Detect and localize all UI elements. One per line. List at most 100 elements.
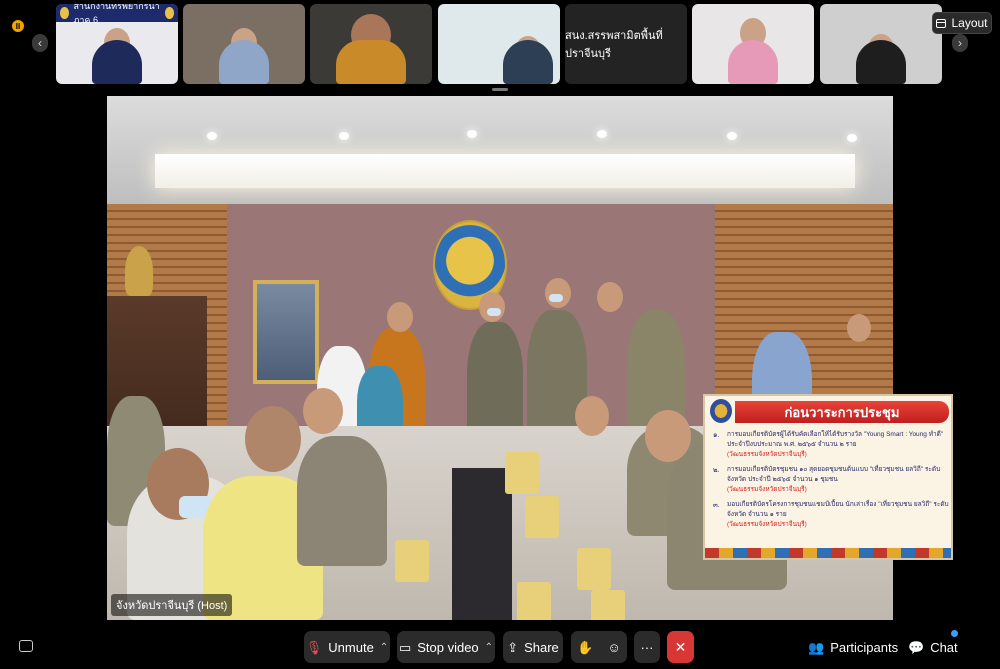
strip-prev-button[interactable]: ‹ xyxy=(32,34,48,52)
raise-hand-icon[interactable]: ✋ xyxy=(577,641,593,654)
meeting-toolbar: 🎙 Unmute ⌃ ▭ Stop video ⌃ ⇪ Share ✋ ☺ ··… xyxy=(0,624,1000,669)
participant-name: สนง.สรรพสามิตพื้นที่ปราจีนบุรี xyxy=(565,30,663,60)
participants-button[interactable]: 👥 Participants xyxy=(808,631,898,663)
chevron-up-icon[interactable]: ⌃ xyxy=(485,642,493,653)
scene-gift-bag xyxy=(517,582,551,620)
unmute-button[interactable]: 🎙 Unmute ⌃ xyxy=(304,631,390,663)
strip-resize-handle[interactable] xyxy=(492,88,508,91)
scene-ceiling xyxy=(107,96,893,208)
participant-tile-1[interactable]: สำนักงานทรัพยากรน้ำภาค 6 xyxy=(56,4,178,84)
scene-light xyxy=(847,134,857,142)
participant-strip: II ‹ สำนักงานทรัพยากรน้ำภาค 6 สนง.สรรพสา… xyxy=(0,0,1000,92)
scene-mask xyxy=(549,294,563,302)
slide-item: ๓. มอบเกียรติบัตรโครงการชุมชนแชมป์เปี้ยน… xyxy=(713,500,949,530)
layout-grid-icon xyxy=(936,18,947,28)
chevron-up-icon[interactable]: ⌃ xyxy=(380,642,388,653)
scene-gift-bag xyxy=(395,540,429,582)
stop-video-button[interactable]: ▭ Stop video ⌃ xyxy=(397,631,495,663)
layout-button[interactable]: Layout xyxy=(932,12,992,34)
slide-item-text: การมอบเกียรติบัตรชุมชน ๑๐ สุดยอดชุมชนต้น… xyxy=(727,466,941,483)
org-banner-text: สำนักงานทรัพยากรน้ำภาค 6 xyxy=(73,4,160,25)
pause-icon[interactable]: II xyxy=(12,20,24,32)
leave-meeting-button[interactable]: ✕ xyxy=(667,631,694,663)
scene-person-head xyxy=(545,278,571,308)
slide-footer-pattern xyxy=(705,548,951,558)
slide-item: ๒. การมอบเกียรติบัตรชุมชน ๑๐ สุดยอดชุมชน… xyxy=(713,465,949,495)
scene-light xyxy=(207,132,217,140)
participant-body xyxy=(728,40,778,84)
share-arrow-icon: ⇪ xyxy=(507,639,519,655)
reactions-group: ✋ ☺ xyxy=(571,631,627,663)
slide-item: ๑. การมอบเกียรติบัตรผู้ได้รับคัดเลือกให้… xyxy=(713,430,949,460)
participant-tile-4[interactable] xyxy=(438,4,560,84)
scene-gift-bag xyxy=(505,452,539,494)
host-name-label: จังหวัดปราจีนบุรี (Host) xyxy=(111,594,233,616)
unmute-label: Unmute xyxy=(328,639,374,655)
participant-body xyxy=(503,40,553,84)
scene-light xyxy=(727,132,737,140)
slide-item-number: ๒. xyxy=(713,467,720,474)
scene-person-head xyxy=(303,388,343,434)
scene-person-head xyxy=(387,302,413,332)
participant-tile-6[interactable] xyxy=(692,4,814,84)
scene-light-panel xyxy=(155,154,855,188)
slide-item-source: (วัฒนธรรมจังหวัดปราจีนบุรี) xyxy=(727,451,807,458)
slide-item-text: การมอบเกียรติบัตรผู้ได้รับคัดเลือกให้ได้… xyxy=(727,431,944,448)
more-options-button[interactable]: ··· xyxy=(634,631,660,663)
share-label: Share xyxy=(524,639,559,655)
scene-table-gap xyxy=(452,468,512,620)
scene-person-head xyxy=(597,282,623,312)
emoji-reaction-icon[interactable]: ☺ xyxy=(607,641,620,654)
chat-bubble-icon: 💬 xyxy=(908,639,925,655)
share-button[interactable]: ⇪ Share xyxy=(503,631,563,663)
participant-tile-7[interactable] xyxy=(820,4,942,84)
scene-mask xyxy=(487,308,501,316)
participants-icon: 👥 xyxy=(808,639,825,655)
scene-person-head xyxy=(479,292,505,322)
agenda-slide: ก่อนวาระการประชุม ๑. การมอบเกียรติบัตรผู… xyxy=(703,394,953,560)
participant-body xyxy=(219,40,269,84)
participant-body xyxy=(92,40,142,84)
scene-light xyxy=(467,130,477,138)
captions-icon[interactable] xyxy=(19,640,33,652)
chat-notification-badge xyxy=(951,630,958,637)
scene-person-head xyxy=(245,406,301,472)
buddha-statue-icon xyxy=(125,246,153,296)
participant-body xyxy=(336,40,406,84)
royal-portrait xyxy=(253,280,319,384)
layout-label: Layout xyxy=(951,16,988,30)
video-camera-icon: ▭ xyxy=(398,639,412,655)
slide-title: ก่อนวาระการประชุม xyxy=(784,404,900,420)
close-icon: ✕ xyxy=(674,638,687,655)
scene-person-head xyxy=(575,396,609,436)
chat-button[interactable]: 💬 Chat xyxy=(908,631,958,663)
scene-gift-bag xyxy=(577,548,611,590)
stop-video-label: Stop video xyxy=(417,639,479,655)
strip-next-button[interactable]: › xyxy=(952,34,968,52)
participant-tile-2[interactable] xyxy=(183,4,305,84)
scene-light xyxy=(597,130,607,138)
slide-item-list: ๑. การมอบเกียรติบัตรผู้ได้รับคัดเลือกให้… xyxy=(713,430,949,535)
scene-person xyxy=(297,436,387,566)
participants-label: Participants xyxy=(830,639,899,655)
slide-item-source: (วัฒนธรรมจังหวัดปราจีนบุรี) xyxy=(727,486,807,493)
org-banner: สำนักงานทรัพยากรน้ำภาค 6 xyxy=(56,4,178,25)
participant-tile-5[interactable]: สนง.สรรพสามิตพื้นที่ปราจีนบุรี xyxy=(565,4,687,84)
scene-gift-bag xyxy=(591,590,625,620)
scene-gift-bag xyxy=(525,496,559,538)
slide-item-body: การมอบเกียรติบัตรผู้ได้รับคัดเลือกให้ได้… xyxy=(727,430,949,460)
participant-body xyxy=(856,40,906,84)
org-emblem-icon xyxy=(60,7,70,19)
slide-title-bar: ก่อนวาระการประชุม xyxy=(735,401,949,423)
more-dots-icon: ··· xyxy=(640,639,654,655)
scene-light xyxy=(339,132,349,140)
slide-item-body: มอบเกียรติบัตรโครงการชุมชนแชมป์เปี้ยน นั… xyxy=(727,500,949,530)
slide-item-number: ๓. xyxy=(713,502,720,509)
slide-item-number: ๑. xyxy=(713,432,720,439)
slide-item-body: การมอบเกียรติบัตรชุมชน ๑๐ สุดยอดชุมชนต้น… xyxy=(727,465,949,495)
org-emblem-icon xyxy=(164,7,174,19)
mic-muted-icon: 🎙 xyxy=(305,639,323,655)
slide-item-source: (วัฒนธรรมจังหวัดปราจีนบุรี) xyxy=(727,521,807,528)
participant-tile-3[interactable] xyxy=(310,4,432,84)
slide-logo-icon xyxy=(710,399,732,423)
